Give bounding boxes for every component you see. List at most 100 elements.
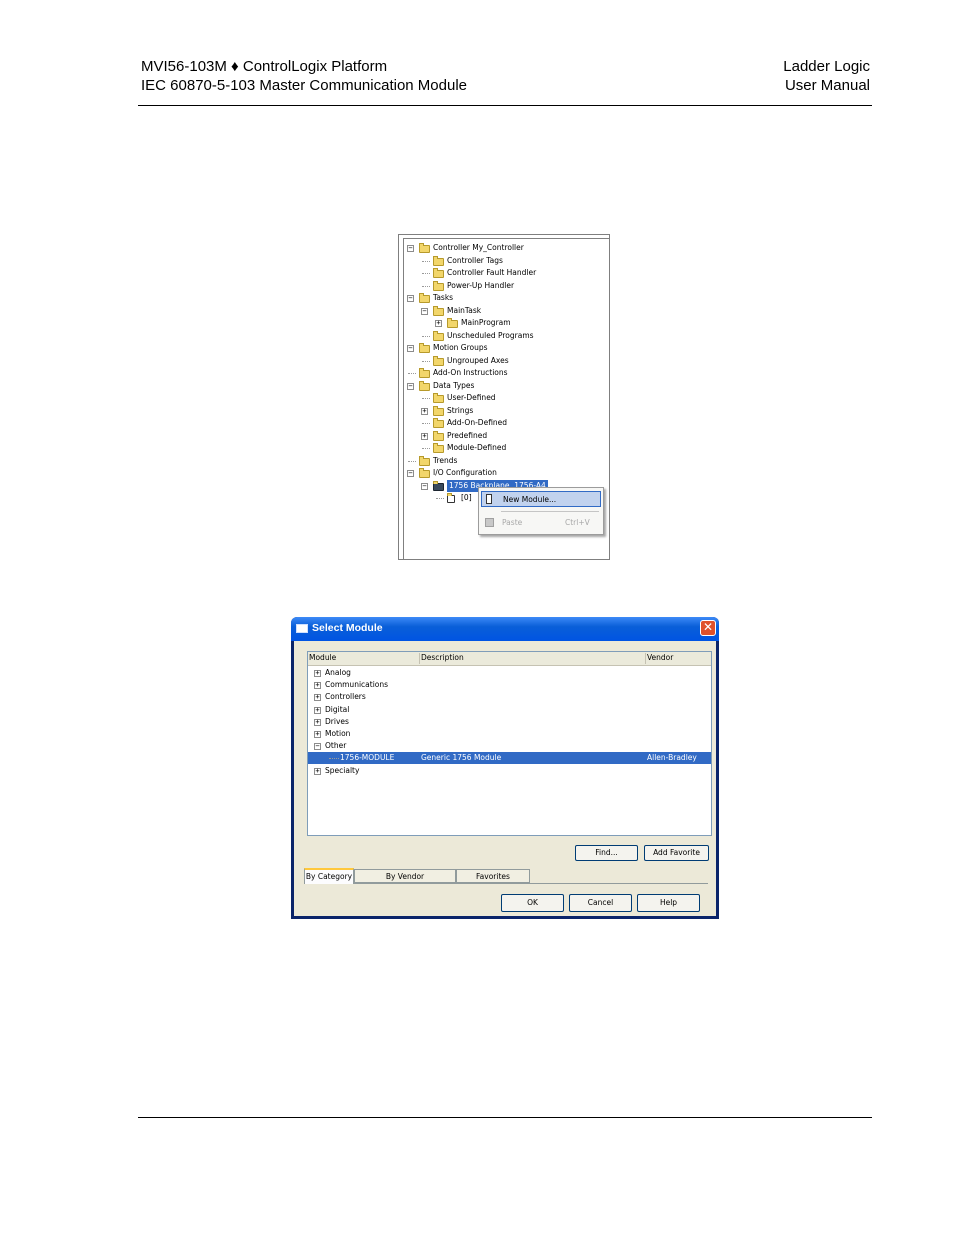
add-favorite-button[interactable]: Add Favorite [644,845,709,861]
tree-item[interactable]: Unscheduled Programs [399,330,599,342]
expand-icon[interactable]: + [314,670,321,677]
tab-by-category[interactable]: By Category [304,868,354,884]
module-name: Other [325,741,347,751]
expand-icon[interactable]: + [314,767,321,775]
menu-item-new-module[interactable]: New Module... [481,491,601,507]
new-module-label: New Module... [503,495,557,504]
module-name: Digital [325,704,350,714]
tree-item[interactable]: + Predefined [399,430,599,442]
tree-item[interactable]: − MainTask [399,305,599,317]
tree-connector [422,285,430,287]
dialog-body: Module Description Vendor + Analog + Commun… [294,641,716,916]
tree-item[interactable]: − Tasks [399,292,599,304]
tab-panel-edge [304,883,708,884]
paste-shortcut: Ctrl+V [565,518,590,527]
expand-icon[interactable]: + [314,694,321,702]
find-button[interactable]: Find... [575,845,638,861]
tree-item[interactable]: Power-Up Handler [399,280,599,292]
header-section: Ladder Logic [783,58,870,75]
module-row[interactable]: + Communications [308,679,711,691]
tree-item-label: MainTask [447,305,482,315]
collapse-icon[interactable]: − [407,382,414,390]
folder-icon [419,368,430,378]
expand-icon[interactable]: + [435,320,442,327]
collapse-icon[interactable]: − [407,470,414,477]
module-list[interactable]: Module Description Vendor + Analog + Commun… [307,651,712,836]
collapse-icon[interactable]: − [407,245,414,252]
tree-item-label: Unscheduled Programs [447,330,534,340]
header-left: MVI56-103M ♦ ControlLogix Platform IEC 6… [141,57,467,95]
folder-icon [419,468,430,478]
tree-item-label: Controller My_Controller [433,243,524,252]
tree-item[interactable]: + Strings [399,405,599,417]
module-row[interactable]: + Analog [308,667,711,679]
module-name: 1756-MODULE [340,753,395,763]
collapse-icon[interactable]: − [421,307,428,315]
tree-item[interactable]: Module-Defined [399,442,599,454]
column-module[interactable]: Module [309,653,336,662]
tree-item[interactable]: Trends [399,455,599,467]
tree-connector [422,260,430,262]
module-vendor: Allen-Bradley [647,753,697,763]
tab-favorites[interactable]: Favorites [456,869,530,883]
module-name: Drives [325,716,349,726]
collapse-icon[interactable]: − [421,482,428,490]
window-icon [296,624,308,633]
cancel-button[interactable]: Cancel [569,894,632,912]
tree-item[interactable]: Add-On Instructions [399,367,599,379]
header-doc-type: User Manual [784,77,870,94]
dialog-title-bar[interactable]: Select Module ✕ [291,617,719,641]
help-button[interactable]: Help [637,894,700,912]
column-divider[interactable] [419,653,420,664]
header-product: MVI56-103M ♦ ControlLogix Platform [141,58,388,75]
tab-by-vendor[interactable]: By Vendor [354,869,456,883]
module-slot-icon [447,493,455,503]
data-type-folder-icon [433,443,444,453]
collapse-icon[interactable]: − [314,743,321,751]
menu-item-paste[interactable]: Paste Ctrl+V [481,515,601,531]
tree-item-label: Strings [447,405,474,415]
collapse-icon[interactable]: − [407,345,414,352]
expand-icon[interactable]: + [421,407,428,415]
tree-item[interactable]: User-Defined [399,392,599,404]
module-row[interactable]: + Drives [308,716,711,728]
module-row[interactable]: 1756-MODULE Generic 1756 Module Allen-Brad… [308,752,711,765]
module-row[interactable]: + Digital [308,704,711,716]
folder-icon [419,455,430,466]
tree-item-label: Controller Fault Handler [447,268,537,277]
header-rule [138,105,872,106]
paste-icon [485,518,494,527]
module-row[interactable]: − Other [308,740,711,752]
tree-item-label: Ungrouped Axes [447,355,509,365]
tree-item[interactable]: Controller Fault Handler [399,267,599,279]
tree-item[interactable]: Ungrouped Axes [399,355,599,367]
tree-item[interactable]: Controller Tags [399,255,599,267]
collapse-icon[interactable]: − [407,295,414,302]
tree-item-label: Module-Defined [447,443,507,452]
column-divider[interactable] [645,653,646,664]
tree-item[interactable]: Add-On-Defined [399,417,599,429]
expand-icon[interactable]: + [314,718,321,726]
module-name: Motion [325,729,351,738]
tree-item[interactable]: − Controller My_Controller [399,242,599,254]
module-name: Controllers [325,692,366,702]
expand-icon[interactable]: + [314,706,321,714]
expand-icon[interactable]: + [314,682,321,690]
tree-item[interactable]: − Motion Groups [399,342,599,354]
column-vendor[interactable]: Vendor [647,653,673,662]
tree-connector [422,398,430,399]
data-type-folder-icon [433,393,444,403]
ok-button[interactable]: OK [501,894,564,912]
column-description[interactable]: Description [421,653,464,662]
module-row[interactable]: + Specialty [308,765,711,777]
module-row[interactable]: + Controllers [308,691,711,703]
expand-icon[interactable]: + [421,432,428,440]
module-row[interactable]: + Motion [308,728,711,740]
close-icon[interactable]: ✕ [700,620,716,636]
expand-icon[interactable]: + [314,731,321,738]
folder-icon [433,268,444,278]
tree-item[interactable]: − I/O Configuration [399,467,599,479]
tree-item[interactable]: + MainProgram [399,317,599,329]
tree-item[interactable]: − Data Types [399,380,599,392]
tree-connector [329,758,339,760]
